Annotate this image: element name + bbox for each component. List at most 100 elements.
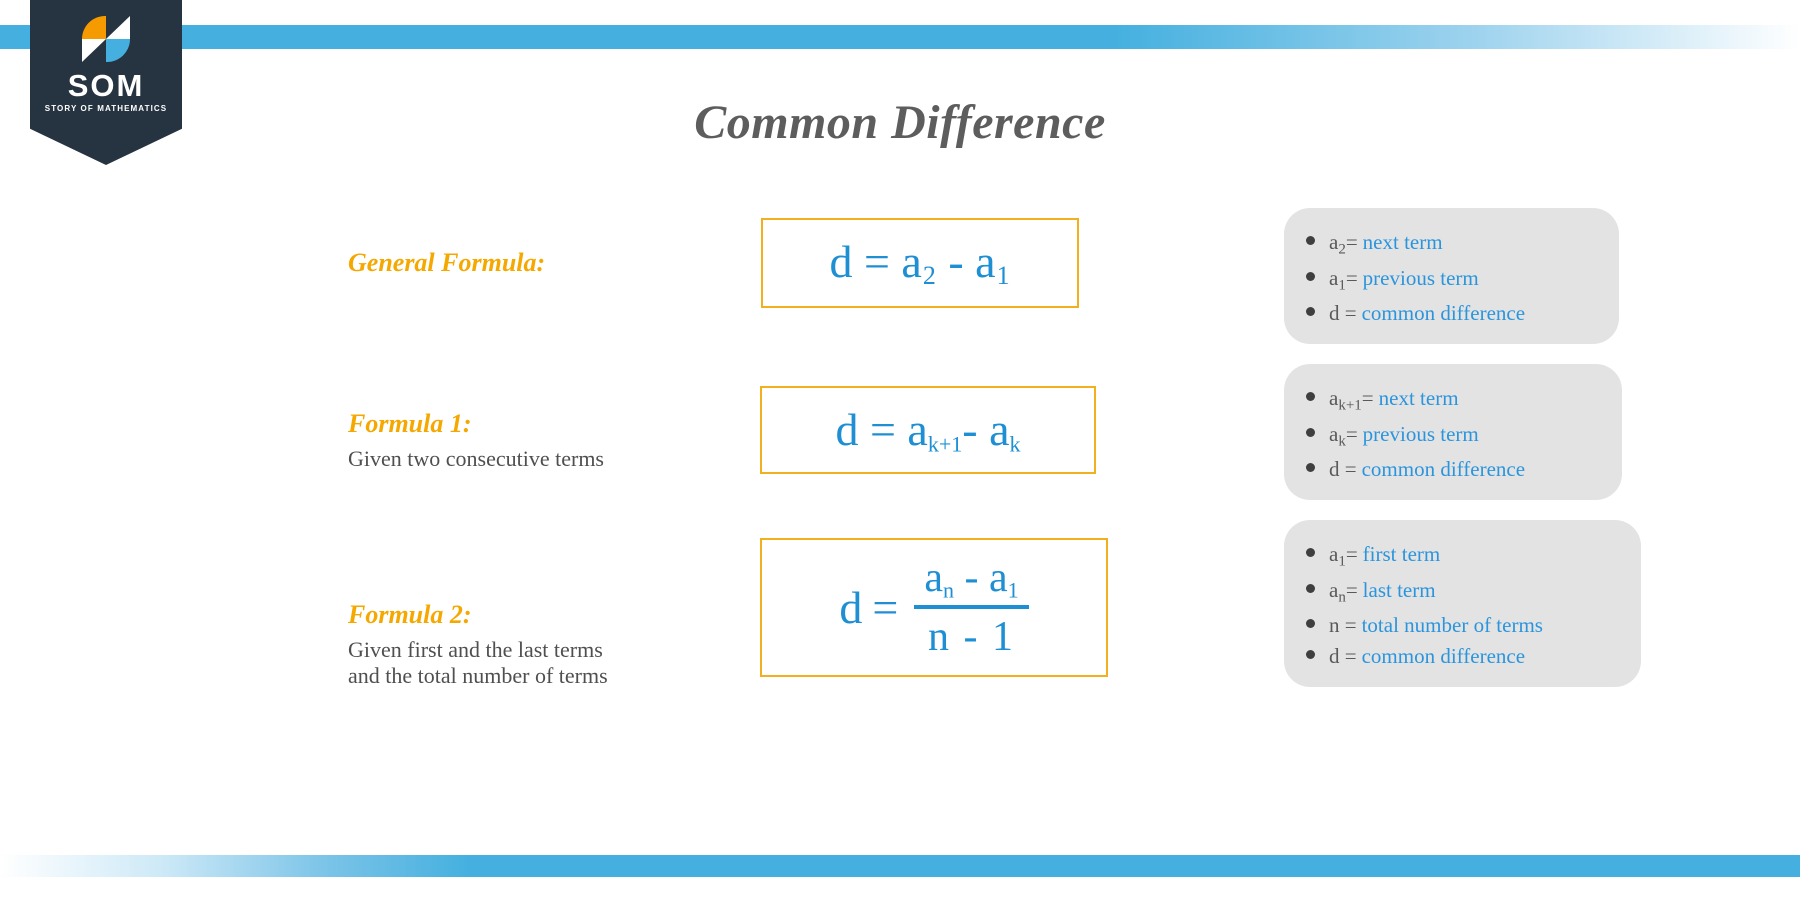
legend-symbol-base: n [1329, 613, 1340, 637]
legend-symbol-subscript: k+1 [1338, 397, 1362, 414]
formula-term-1-base: a [907, 403, 928, 455]
legend-symbol-base: d [1329, 644, 1340, 668]
row-label-column: Formula 2: Given first and the last term… [348, 600, 678, 689]
legend-symbol: n = [1329, 615, 1357, 636]
legend-item: d = common difference [1306, 646, 1613, 667]
row-label-subtitle: Given two consecutive terms [348, 445, 604, 471]
numerator-term-2-base: a [988, 554, 1008, 601]
legend-symbol: d = [1329, 303, 1357, 324]
legend-symbol: a1= [1329, 544, 1358, 570]
legend-equals: = [1345, 230, 1358, 254]
legend-equals: = [1344, 613, 1357, 637]
formula-equals: = [872, 582, 899, 633]
numerator-term-1-base: a [924, 554, 943, 601]
formula-fraction: an - a1 n - 1 [914, 554, 1029, 662]
legend-symbol-base: a [1329, 265, 1339, 290]
legend-symbol-subscript: 1 [1338, 277, 1346, 293]
bullet-icon [1306, 619, 1315, 628]
legend-symbol-subscript: k [1338, 433, 1346, 449]
bullet-icon [1306, 392, 1315, 401]
legend-symbol-base: a [1329, 421, 1339, 446]
legend-description: common difference [1361, 301, 1526, 325]
legend-symbol: an= [1329, 577, 1358, 606]
legend-symbol-subscript: 2 [1338, 241, 1346, 258]
formula-term-1-subscript: k+1 [927, 431, 963, 457]
legend-equals: = [1345, 542, 1358, 566]
legend-equals: = [1344, 457, 1357, 481]
bullet-icon [1306, 548, 1315, 557]
legend-symbol: ak= [1329, 421, 1358, 450]
legend-equals: = [1345, 577, 1358, 602]
legend-box-2: a1= first term an= last term n = total n… [1284, 520, 1641, 687]
formula-operator: - [962, 403, 978, 455]
legend-symbol-base: d [1329, 457, 1340, 481]
legend-item: n = total number of terms [1306, 615, 1613, 636]
som-monogram-icon [82, 16, 130, 62]
legend-item: d = common difference [1306, 303, 1591, 324]
legend-item: a2= next term [1306, 232, 1591, 258]
row-label-title: Formula 1: [348, 409, 472, 438]
legend-item: ak+1= next term [1306, 388, 1594, 414]
legend-equals: = [1345, 265, 1358, 290]
formula-box-1: d = ak+1- ak [760, 386, 1096, 474]
fraction-numerator: an - a1 [914, 554, 1028, 606]
monogram-quarter-white-top-icon [106, 16, 130, 39]
numerator-term-1-subscript: n [942, 577, 954, 603]
formula-term-2-subscript: 1 [996, 261, 1010, 291]
formula-operator: - [948, 235, 964, 287]
legend-symbol: a2= [1329, 232, 1358, 258]
legend-description: total number of terms [1361, 613, 1543, 637]
legend-symbol: d = [1329, 646, 1357, 667]
legend-item: a1= first term [1306, 544, 1613, 570]
bullet-icon [1306, 307, 1315, 316]
row-label-subtitle-line-2: and the total number of terms [348, 662, 608, 688]
formula-box-general: d = a2 - a1 [761, 218, 1079, 308]
legend-symbol-subscript: 1 [1338, 553, 1346, 570]
legend-description: next term [1378, 386, 1459, 410]
row-label-title: General Formula: [348, 248, 546, 277]
row-label-title: Formula 2: [348, 600, 472, 629]
legend-equals: = [1344, 644, 1357, 668]
legend-symbol-subscript: n [1338, 589, 1346, 605]
formula-box-2: d = an - a1 n - 1 [760, 538, 1108, 677]
formula-lhs: d [839, 582, 863, 633]
bullet-icon [1306, 271, 1315, 281]
row-label-subtitle-line-1: Given first and the last terms [348, 636, 603, 662]
legend-symbol-base: a [1329, 542, 1339, 566]
bullet-icon [1306, 463, 1315, 472]
row-label-column: Formula 1: Given two consecutive terms [348, 409, 678, 472]
legend-symbol-base: a [1329, 577, 1339, 602]
formula-term-1-subscript: 2 [922, 261, 936, 291]
legend-description: previous term [1362, 265, 1479, 290]
legend-description: previous term [1362, 421, 1479, 446]
monogram-quarter-white-bottom-icon [82, 39, 106, 62]
legend-description: common difference [1361, 457, 1526, 481]
legend-equals: = [1345, 421, 1358, 446]
formula-expression: d = ak+1- ak [835, 403, 1020, 458]
formula-lhs: d [829, 235, 853, 287]
monogram-quarter-orange-icon [82, 16, 106, 39]
legend-description: common difference [1361, 644, 1526, 668]
legend-equals: = [1361, 386, 1374, 410]
formula-equals: = [863, 235, 890, 287]
legend-symbol-base: d [1329, 301, 1340, 325]
legend-symbol: ak+1= [1329, 388, 1374, 414]
formula-lhs: d [835, 403, 859, 455]
formula-equals: = [869, 403, 896, 455]
legend-item: an= last term [1306, 577, 1613, 606]
formula-term-1-base: a [901, 235, 922, 287]
formula-term-2-base: a [989, 403, 1010, 455]
logo-tagline: STORY OF MATHEMATICS [44, 104, 168, 113]
legend-item: a1= previous term [1306, 265, 1591, 294]
row-label-subtitle: Given first and the last terms and the t… [348, 637, 678, 689]
monogram-quarter-blue-icon [106, 39, 130, 62]
legend-item: d = common difference [1306, 459, 1594, 480]
legend-box-general: a2= next term a1= previous term d = comm… [1284, 208, 1619, 344]
row-label-column: General Formula: [348, 248, 678, 278]
logo-wordmark: SOM [67, 68, 145, 103]
numerator-term-2-subscript: 1 [1007, 577, 1019, 603]
legend-symbol: d = [1329, 459, 1357, 480]
legend-description: first term [1362, 542, 1441, 566]
bullet-icon [1306, 427, 1315, 437]
legend-description: last term [1362, 577, 1436, 602]
